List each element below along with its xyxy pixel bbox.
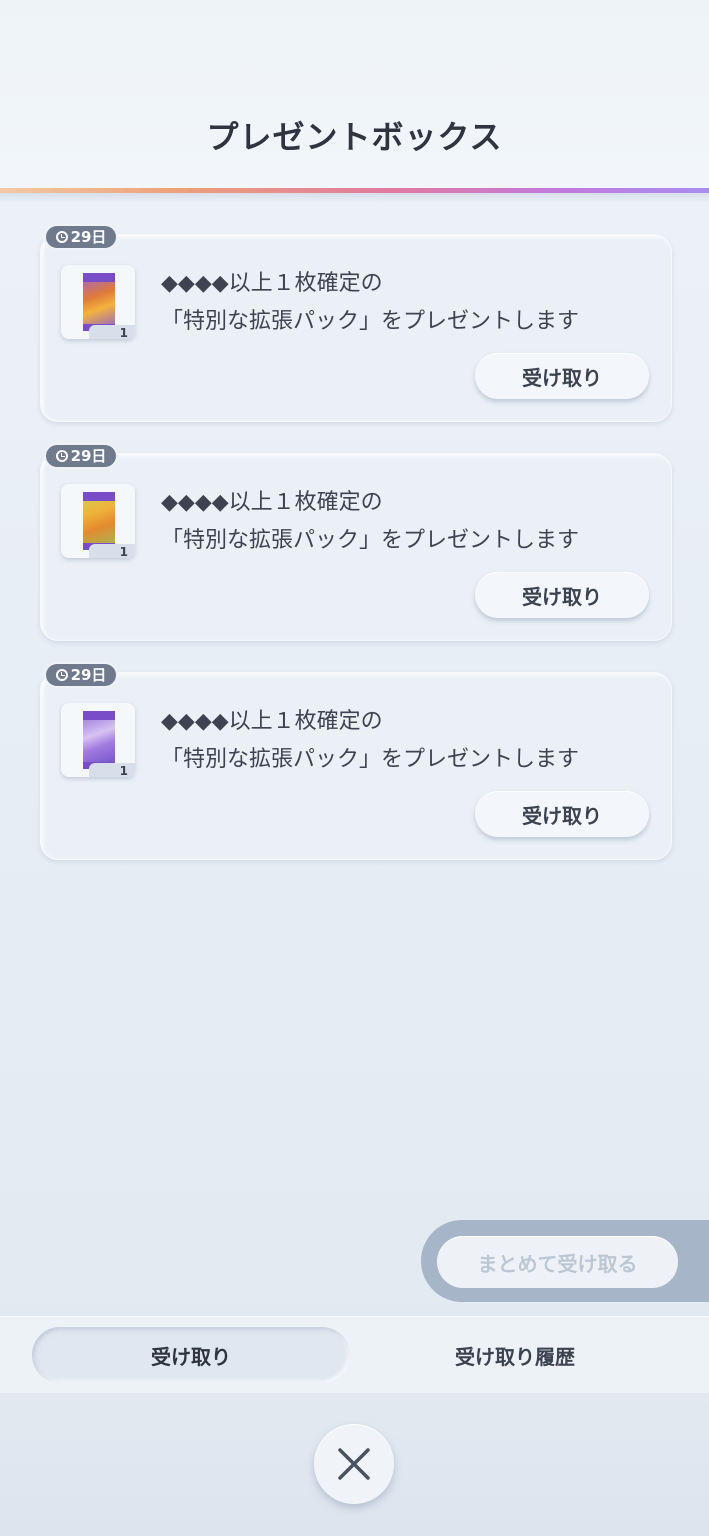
- expiry-badge: 29日: [46, 445, 116, 467]
- header: プレゼントボックス: [0, 0, 709, 190]
- expiry-badge: 29日: [46, 226, 116, 248]
- present-item-thumbnail: 1: [61, 484, 135, 558]
- close-button[interactable]: [314, 1424, 394, 1504]
- page-title: プレゼントボックス: [206, 118, 503, 156]
- tab-receive[interactable]: 受け取り: [32, 1327, 350, 1383]
- item-quantity: 1: [119, 326, 128, 339]
- clock-icon: [55, 450, 68, 462]
- present-card: 1 ◆◆◆◆以上１枚確定の 「特別な拡張パック」をプレゼントします 受け取り: [40, 453, 672, 641]
- item-quantity: 1: [119, 764, 128, 777]
- clock-icon: [55, 231, 68, 243]
- receive-button[interactable]: 受け取り: [475, 791, 649, 837]
- present-message: ◆◆◆◆以上１枚確定の 「特別な拡張パック」をプレゼントします: [161, 709, 580, 772]
- present-card: 1 ◆◆◆◆以上１枚確定の 「特別な拡張パック」をプレゼントします 受け取り: [40, 234, 672, 422]
- tab-receive-history[interactable]: 受け取り履歴: [356, 1327, 674, 1383]
- booster-pack-icon: [83, 492, 115, 550]
- present-message: ◆◆◆◆以上１枚確定の 「特別な拡張パック」をプレゼントします: [161, 271, 580, 334]
- clock-icon: [55, 669, 68, 681]
- close-icon: [338, 1448, 370, 1480]
- present-message: ◆◆◆◆以上１枚確定の 「特別な拡張パック」をプレゼントします: [161, 490, 580, 553]
- expiry-badge: 29日: [46, 664, 116, 686]
- booster-pack-icon: [83, 273, 115, 331]
- tab-bar: 受け取り 受け取り履歴: [0, 1316, 709, 1394]
- booster-pack-icon: [83, 711, 115, 769]
- present-card: 1 ◆◆◆◆以上１枚確定の 「特別な拡張パック」をプレゼントします 受け取り: [40, 672, 672, 860]
- receive-all-button[interactable]: まとめて受け取る: [437, 1236, 678, 1288]
- item-quantity: 1: [119, 545, 128, 558]
- present-item-thumbnail: 1: [61, 703, 135, 777]
- present-item-thumbnail: 1: [61, 265, 135, 339]
- receive-button[interactable]: 受け取り: [475, 353, 649, 399]
- receive-button[interactable]: 受け取り: [475, 572, 649, 618]
